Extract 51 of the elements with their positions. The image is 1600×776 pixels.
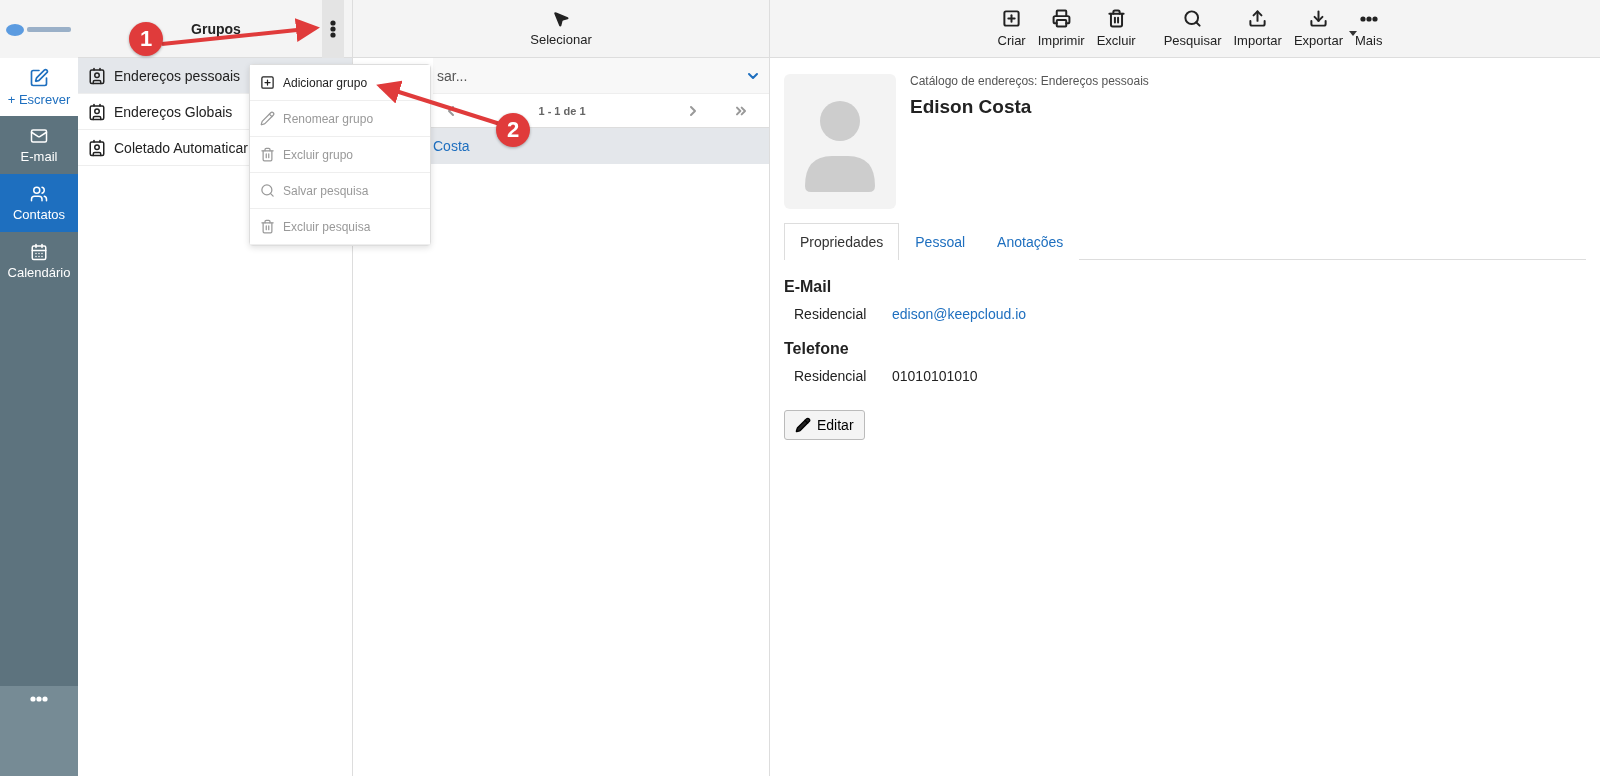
pencil-icon — [260, 111, 275, 126]
toolbar-button[interactable]: Excluir — [1092, 9, 1140, 48]
edit-button[interactable]: Editar — [784, 410, 865, 440]
page-count: 1 - 1 de 1 — [537, 104, 587, 117]
toolbar-button[interactable]: Pesquisar — [1159, 9, 1226, 48]
address-book-icon — [88, 138, 106, 157]
address-book-label: Catálogo de endereços: Endereços pessoais — [910, 74, 1149, 88]
menu-button[interactable] — [322, 0, 344, 58]
pencil-icon — [795, 417, 811, 433]
nav-item[interactable]: Contatos — [0, 174, 78, 232]
search-icon — [1183, 9, 1203, 28]
search-input[interactable]: sar... — [435, 66, 745, 85]
field-value: 01010101010 — [892, 368, 978, 384]
search-field[interactable]: sar... — [433, 58, 769, 94]
compose-icon — [29, 67, 49, 88]
toolbar-button[interactable]: Mais — [1351, 9, 1387, 48]
trash-icon — [260, 219, 275, 234]
menu-item[interactable]: Adicionar grupo — [250, 65, 430, 101]
step-badge: 2 — [496, 113, 530, 147]
search-icon — [260, 183, 275, 198]
section-title: E-Mail — [784, 278, 833, 296]
contact-name: Edison Costa — [910, 96, 1033, 118]
email-link[interactable]: edison@keepcloud.io — [892, 306, 1027, 322]
caret-icon[interactable] — [1349, 31, 1357, 36]
address-book-icon — [88, 102, 106, 121]
field-label: Residencial — [794, 368, 868, 384]
section-title: Telefone — [784, 340, 850, 358]
tab[interactable]: Propriedades — [784, 223, 900, 260]
users-icon — [30, 184, 48, 203]
address-book-icon — [88, 66, 106, 85]
toolbar-button[interactable]: Imprimir — [1033, 9, 1089, 48]
toolbar-button[interactable]: Importar — [1229, 9, 1286, 48]
download-icon — [1308, 9, 1328, 28]
more-icon[interactable] — [30, 696, 48, 702]
upload-icon — [1248, 9, 1268, 28]
select-button[interactable]: Selecionar — [353, 0, 769, 58]
panel-title: Grupos — [191, 20, 241, 37]
kebab-icon — [330, 19, 336, 38]
pointer-icon — [552, 10, 570, 28]
compose-button[interactable]: + Escrever — [0, 58, 78, 116]
calendar-icon — [30, 242, 48, 261]
trash-icon — [260, 147, 275, 162]
trash-icon — [1106, 9, 1126, 28]
toolbar-button[interactable]: Criar — [993, 9, 1030, 48]
more-icon — [1359, 15, 1378, 22]
plus-icon — [1002, 9, 1022, 28]
toolbar-button[interactable]: Exportar — [1289, 9, 1347, 48]
field-label: Residencial — [794, 306, 868, 322]
mail-icon — [30, 126, 48, 145]
plus-icon — [260, 75, 275, 90]
printer-icon — [1051, 9, 1071, 28]
